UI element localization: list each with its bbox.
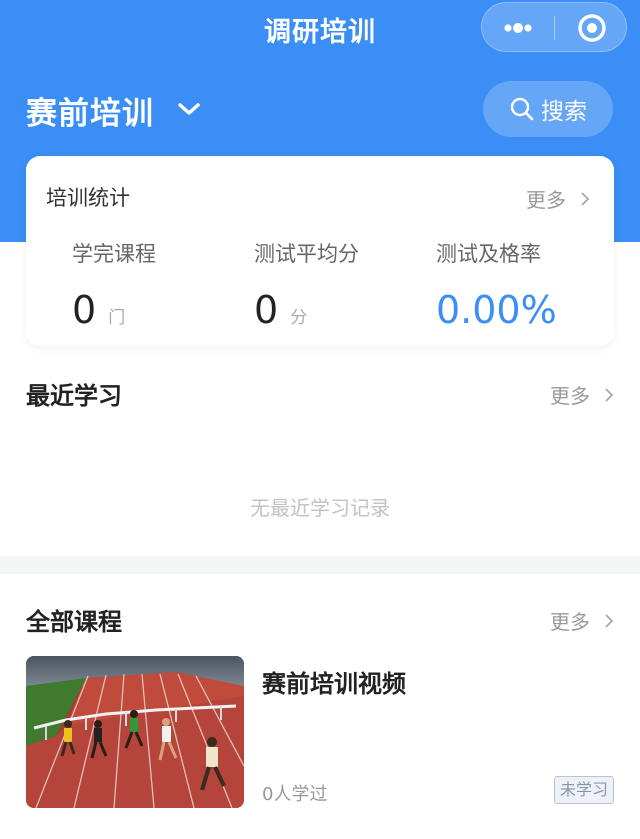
stat-completed-courses: 学完课程 0 门 <box>72 238 252 332</box>
recent-more-label: 更多 <box>550 384 590 408</box>
top-navigation-bar: 调研培训 <box>0 0 640 56</box>
chevron-right-icon <box>581 191 590 206</box>
recent-study-title: 最近学习 <box>26 382 122 410</box>
course-learner-count: 0人学过 <box>262 784 328 805</box>
course-title: 赛前培训视频 <box>262 670 406 698</box>
section-label: 赛前培训 <box>26 95 154 132</box>
search-label: 搜索 <box>541 99 587 125</box>
stat-value: 0 <box>72 288 97 332</box>
chevron-right-icon <box>605 387 614 402</box>
all-courses-more-link[interactable]: 更多 <box>550 606 614 635</box>
chevron-right-icon <box>605 613 614 628</box>
all-courses-header: 全部课程 更多 <box>26 598 614 638</box>
search-button[interactable]: 搜索 <box>483 81 613 137</box>
stats-more-label: 更多 <box>526 188 566 212</box>
recent-study-header: 最近学习 更多 <box>26 372 614 412</box>
stat-value: 0 <box>254 288 279 332</box>
more-dots-icon[interactable] <box>498 3 538 53</box>
section-switcher[interactable]: 赛前培训 <box>26 88 202 132</box>
page: 调研培训 赛前培训 搜索 培训统计 更多 学完课程 0 门 测试平均分 0 分 … <box>0 0 640 839</box>
course-list-item[interactable]: 赛前培训视频 0人学过 未学习 <box>26 656 614 816</box>
stat-value: 0.00% <box>436 288 557 332</box>
hurdle-race-thumbnail <box>26 656 244 808</box>
chevron-down-icon <box>178 103 200 115</box>
stat-name: 学完课程 <box>72 242 156 266</box>
recent-empty-message: 无最近学习记录 <box>250 496 390 520</box>
capsule-divider <box>554 16 555 40</box>
search-icon <box>510 97 534 121</box>
stat-name: 测试平均分 <box>254 242 359 266</box>
stats-more-link[interactable]: 更多 <box>526 184 590 213</box>
stats-title: 培训统计 <box>46 186 130 210</box>
all-courses-more-label: 更多 <box>550 610 590 634</box>
course-status-badge: 未学习 <box>553 776 614 804</box>
stat-pass-rate: 测试及格率 0.00% <box>436 238 616 332</box>
recent-more-link[interactable]: 更多 <box>550 380 614 409</box>
stat-unit: 门 <box>108 308 126 328</box>
section-divider <box>0 556 640 574</box>
training-stats-card: 培训统计 更多 学完课程 0 门 测试平均分 0 分 测试及格率 0.00% <box>26 156 614 346</box>
miniprogram-close-icon[interactable] <box>572 3 612 53</box>
stat-name: 测试及格率 <box>436 242 541 266</box>
stat-unit: 分 <box>290 308 308 328</box>
all-courses-title: 全部课程 <box>26 608 122 636</box>
stat-average-score: 测试平均分 0 分 <box>254 238 434 332</box>
miniprogram-capsule <box>481 2 627 52</box>
